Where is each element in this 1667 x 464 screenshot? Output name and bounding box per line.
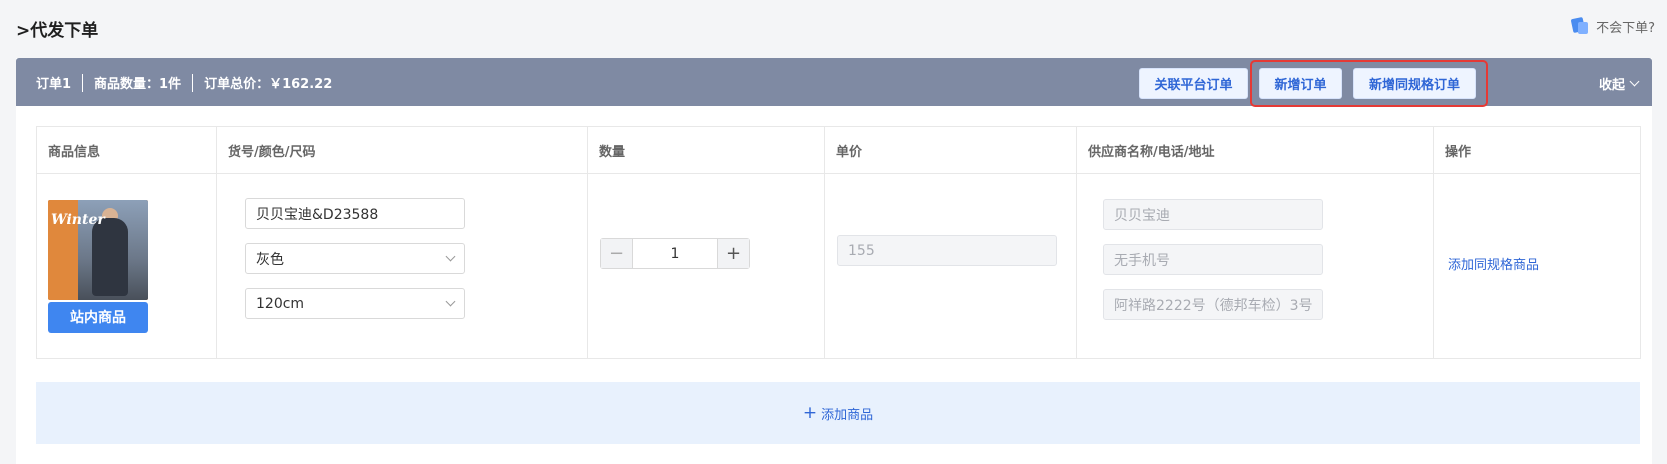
- sku-value: 贝贝宝迪&D23588: [256, 206, 379, 223]
- page-title: >代发下单: [16, 21, 99, 41]
- sku-cell: 贝贝宝迪&D23588 灰色 120cm: [216, 173, 588, 359]
- add-product-label: 添加商品: [821, 407, 874, 423]
- unit-price-field: 155: [837, 235, 1057, 266]
- link-platform-order-button[interactable]: 关联平台订单: [1139, 68, 1248, 99]
- supplier-cell: 贝贝宝迪 无手机号 阿祥路2222号（德邦车检）3号: [1076, 173, 1434, 359]
- supplier-name-field: 贝贝宝迪: [1103, 199, 1323, 230]
- thumbnail-brand-text: Winter: [51, 211, 105, 228]
- size-value: 120cm: [256, 295, 305, 312]
- collapse-label: 收起: [1598, 78, 1625, 93]
- header-quantity: 数量: [587, 126, 825, 174]
- supplier-address-field: 阿祥路2222号（德邦车检）3号: [1103, 289, 1323, 320]
- quantity-value[interactable]: 1: [633, 239, 717, 268]
- help-link[interactable]: 不会下单?: [1570, 16, 1655, 36]
- order-header-bar: 订单1 商品数量：1件 订单总价：￥162.22 关联平台订单 新增订单 新增同…: [16, 58, 1652, 107]
- collapse-toggle[interactable]: 收起: [1598, 74, 1640, 93]
- order-summary: 订单1 商品数量：1件 订单总价：￥162.22: [36, 73, 332, 92]
- sku-input[interactable]: 贝贝宝迪&D23588: [245, 198, 465, 229]
- chevron-down-icon: [445, 251, 456, 262]
- in-site-product-button[interactable]: 站内商品: [48, 301, 148, 333]
- divider: [192, 73, 194, 92]
- size-select[interactable]: 120cm: [245, 288, 465, 319]
- new-same-spec-order-button[interactable]: 新增同规格订单: [1353, 68, 1476, 99]
- product-thumbnail[interactable]: Winter: [48, 199, 148, 300]
- minus-icon[interactable]: −: [601, 239, 633, 268]
- quantity-cell: − 1 +: [587, 173, 825, 359]
- help-label: 不会下单?: [1596, 20, 1655, 36]
- table-row: Winter 站内商品 贝贝宝迪&D23588 灰色 120cm − 1 + 1…: [36, 173, 1641, 359]
- top-bar: >代发下单 不会下单?: [0, 0, 1667, 58]
- header-unit-price: 单价: [824, 126, 1077, 174]
- plus-icon[interactable]: +: [717, 239, 749, 268]
- header-supplier: 供应商名称/电话/地址: [1076, 126, 1434, 174]
- chevron-down-icon: [445, 296, 456, 307]
- order-number: 订单1: [36, 77, 72, 92]
- color-value: 灰色: [256, 251, 284, 268]
- actions-cell: 添加同规格商品: [1433, 173, 1641, 359]
- plus-icon: +: [802, 402, 818, 423]
- order-card: 订单1 商品数量：1件 订单总价：￥162.22 关联平台订单 新增订单 新增同…: [16, 58, 1652, 464]
- divider: [82, 73, 84, 92]
- quantity-stepper[interactable]: − 1 +: [600, 238, 750, 269]
- order-total: 订单总价：￥162.22: [204, 77, 333, 92]
- color-select[interactable]: 灰色: [245, 243, 465, 274]
- header-actions: 操作: [1433, 126, 1641, 174]
- header-sku-color-size: 货号/颜色/尺码: [216, 126, 588, 174]
- new-order-button[interactable]: 新增订单: [1259, 68, 1342, 99]
- goods-table: 商品信息 货号/颜色/尺码 数量 单价 供应商名称/电话/地址 操作 Winte…: [36, 126, 1641, 359]
- chevron-down-icon: [1629, 76, 1640, 87]
- order-quantity: 商品数量：1件: [94, 77, 182, 92]
- header-product-info: 商品信息: [36, 126, 217, 174]
- add-same-spec-product-link[interactable]: 添加同规格商品: [1448, 254, 1539, 273]
- unit-price-cell: 155: [824, 173, 1077, 359]
- supplier-phone-field: 无手机号: [1103, 244, 1323, 275]
- help-book-icon: [1570, 16, 1590, 36]
- table-header-row: 商品信息 货号/颜色/尺码 数量 单价 供应商名称/电话/地址 操作: [36, 126, 1641, 174]
- product-cell: Winter 站内商品: [36, 173, 217, 359]
- add-product-button[interactable]: + 添加商品: [36, 382, 1640, 444]
